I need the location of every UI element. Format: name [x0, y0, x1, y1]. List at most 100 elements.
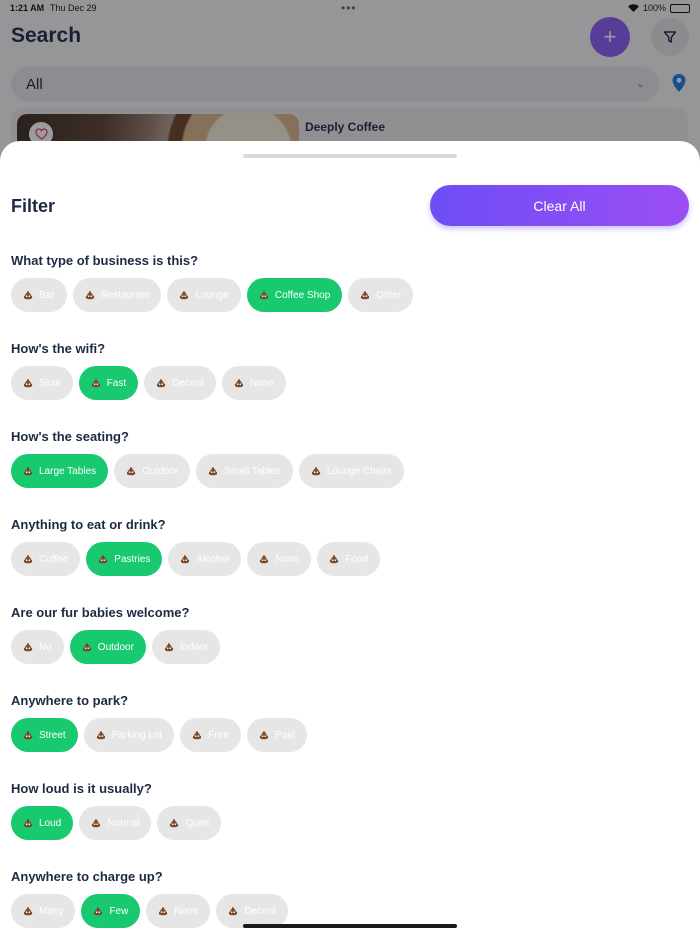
- filter-chip-indoor[interactable]: Indoor: [151, 630, 221, 664]
- filter-chip-label: Loud: [39, 817, 62, 829]
- filter-chip-coffee-shop[interactable]: Coffee Shop: [246, 278, 343, 312]
- poop-emoji-icon: [259, 730, 269, 740]
- poop-emoji-icon: [192, 730, 202, 740]
- clear-all-button[interactable]: Clear All: [430, 185, 689, 226]
- poop-emoji-icon: [23, 290, 33, 300]
- filter-chip-coffee[interactable]: Coffee: [11, 542, 81, 576]
- poop-emoji-icon: [208, 466, 218, 476]
- poop-emoji-icon: [23, 466, 33, 476]
- filter-section: Anywhere to park? Street Parking Lot Free Pa…: [11, 693, 691, 752]
- poop-emoji-icon: [91, 818, 101, 828]
- poop-emoji-icon: [360, 290, 370, 300]
- filter-question: How's the wifi?: [11, 341, 106, 356]
- poop-emoji-icon: [96, 730, 106, 740]
- filter-chip-loud[interactable]: Loud: [11, 806, 74, 840]
- filter-chip-label: Normal: [107, 817, 140, 829]
- poop-emoji-icon: [23, 906, 33, 916]
- filter-chip-quiet[interactable]: Quiet: [157, 806, 222, 840]
- filter-chip-other[interactable]: Other: [348, 278, 414, 312]
- filter-chip-lounge-chairs[interactable]: Lounge Chairs: [298, 454, 404, 488]
- filter-chip-lounge[interactable]: Lounge: [167, 278, 241, 312]
- filter-question: Anywhere to park?: [11, 693, 129, 708]
- poop-emoji-icon: [169, 818, 179, 828]
- poop-emoji-icon: [23, 378, 33, 388]
- filter-section: Anywhere to charge up? Many Few None Decent: [11, 869, 691, 928]
- poop-emoji-icon: [156, 378, 166, 388]
- filter-chip-label: Indoor: [179, 641, 209, 653]
- filter-chip-parking-lot[interactable]: Parking Lot: [83, 718, 175, 752]
- filter-chip-fast[interactable]: Fast: [78, 366, 139, 400]
- filter-chip-many[interactable]: Many: [11, 894, 76, 928]
- filter-chip-label: Food: [345, 553, 368, 565]
- filter-chip-bar[interactable]: Bar: [11, 278, 67, 312]
- filter-chip-small-tables[interactable]: Small Tables: [196, 454, 293, 488]
- poop-emoji-icon: [85, 290, 95, 300]
- filter-chip-large-tables[interactable]: Large Tables: [11, 454, 109, 488]
- poop-emoji-icon: [91, 378, 101, 388]
- filter-options: Bar Restaurant Lounge Coffee Shop Other: [11, 278, 691, 312]
- filter-chip-decent[interactable]: Decent: [144, 366, 216, 400]
- filter-options: Loud Normal Quiet: [11, 806, 691, 840]
- filter-sheet: Filter Clear All What type of business i…: [0, 141, 700, 934]
- poop-emoji-icon: [23, 818, 33, 828]
- poop-emoji-icon: [259, 554, 269, 564]
- filter-chip-label: None: [174, 905, 199, 917]
- filter-chip-food[interactable]: Food: [317, 542, 380, 576]
- filter-chip-label: Small Tables: [224, 465, 281, 477]
- filter-chip-label: Decent: [244, 905, 276, 917]
- filter-question: How loud is it usually?: [11, 781, 152, 796]
- filter-section: What type of business is this? Bar Restaur…: [11, 253, 691, 312]
- filter-options: Large Tables Outdoor Small Tables Lounge Ch…: [11, 454, 691, 488]
- filter-chip-outdoor[interactable]: Outdoor: [114, 454, 191, 488]
- filter-chip-none[interactable]: None: [247, 542, 312, 576]
- filter-chip-paid[interactable]: Paid: [246, 718, 307, 752]
- home-indicator: [243, 924, 457, 928]
- filter-chip-label: Few: [109, 905, 129, 917]
- filter-chip-label: Lounge Chairs: [326, 465, 392, 477]
- filter-chip-free[interactable]: Free: [180, 718, 241, 752]
- sheet-grabber[interactable]: [243, 154, 457, 158]
- poop-emoji-icon: [180, 554, 190, 564]
- filter-chip-label: Coffee: [39, 553, 69, 565]
- filter-chip-label: Alcohol: [196, 553, 230, 565]
- filter-chip-alcohol[interactable]: Alcohol: [168, 542, 242, 576]
- filter-chip-none[interactable]: None: [221, 366, 286, 400]
- poop-emoji-icon: [311, 466, 321, 476]
- filter-chip-no[interactable]: No: [11, 630, 64, 664]
- filter-chip-label: Large Tables: [39, 465, 97, 477]
- filter-chip-normal[interactable]: Normal: [79, 806, 152, 840]
- filter-chip-decent[interactable]: Decent: [216, 894, 288, 928]
- filter-chip-label: Decent: [172, 377, 204, 389]
- poop-emoji-icon: [179, 290, 189, 300]
- poop-emoji-icon: [93, 906, 103, 916]
- filter-chip-label: Restaurant: [100, 289, 150, 301]
- filter-chip-label: Outdoor: [142, 465, 179, 477]
- filter-chip-slow[interactable]: Slow: [11, 366, 73, 400]
- filter-chip-label: Paid: [274, 729, 295, 741]
- filter-chip-pastries[interactable]: Pastries: [86, 542, 163, 576]
- filter-section: How's the seating? Large Tables Outdoor Sma…: [11, 429, 691, 488]
- filter-chip-outdoor[interactable]: Outdoor: [69, 630, 146, 664]
- poop-emoji-icon: [259, 290, 269, 300]
- filter-question: Are our fur babies welcome?: [11, 605, 190, 620]
- filter-chip-label: Slow: [39, 377, 61, 389]
- poop-emoji-icon: [82, 642, 92, 652]
- filter-chip-street[interactable]: Street: [11, 718, 78, 752]
- filter-chip-label: Coffee Shop: [274, 289, 331, 301]
- filter-chip-label: Free: [208, 729, 229, 741]
- filter-chip-restaurant[interactable]: Restaurant: [72, 278, 162, 312]
- filter-question: What type of business is this?: [11, 253, 199, 268]
- filter-title: Filter: [11, 196, 56, 216]
- filter-options: Many Few None Decent: [11, 894, 691, 928]
- filter-chip-label: Quiet: [185, 817, 210, 829]
- poop-emoji-icon: [228, 906, 238, 916]
- filter-chip-few[interactable]: Few: [81, 894, 141, 928]
- filter-chip-none[interactable]: None: [146, 894, 211, 928]
- filter-chip-label: No: [39, 641, 52, 653]
- filter-options: Slow Fast Decent None: [11, 366, 691, 400]
- filter-chip-label: Bar: [39, 289, 55, 301]
- poop-emoji-icon: [234, 378, 244, 388]
- filter-section: Anything to eat or drink? Coffee Pastries A…: [11, 517, 691, 576]
- filter-chip-label: Parking Lot: [111, 729, 163, 741]
- filter-chip-label: Pastries: [114, 553, 151, 565]
